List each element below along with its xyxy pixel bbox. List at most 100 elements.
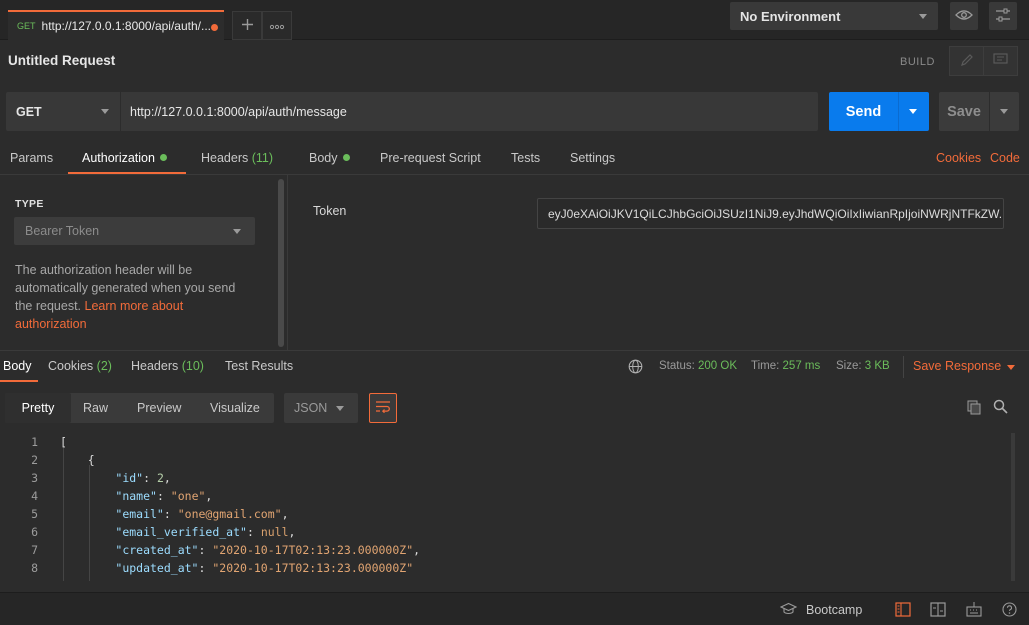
edit-button[interactable] (949, 46, 984, 76)
line-number: 7 (31, 543, 38, 557)
preview-button[interactable]: Preview (137, 401, 181, 415)
raw-button[interactable]: Raw (83, 401, 108, 415)
send-options-button[interactable] (898, 92, 929, 131)
comment-icon (993, 53, 1008, 69)
code-line: "email": "one@gmail.com", (115, 507, 289, 521)
active-dot-icon (342, 154, 350, 161)
auth-type-label: TYPE (15, 198, 44, 210)
search-icon[interactable] (993, 399, 1008, 417)
json-key: "id" (115, 471, 144, 485)
tab-params[interactable]: Params (10, 151, 53, 165)
tab-authorization[interactable]: Authorization (82, 151, 167, 165)
response-tab-headers-count: (10) (181, 359, 204, 373)
response-tab-cookies-label: Cookies (48, 359, 94, 373)
environment-label: No Environment (740, 8, 841, 24)
copy-icon[interactable] (967, 400, 982, 418)
code-link[interactable]: Code (990, 151, 1020, 165)
time-value: 257 ms (782, 360, 821, 372)
save-options-button[interactable] (990, 92, 1019, 131)
status-label: Status: (659, 360, 695, 372)
environment-select[interactable]: No Environment (730, 2, 938, 30)
code-line: "id": 2, (115, 471, 171, 485)
request-tab[interactable]: GET http://127.0.0.1:8000/api/auth/... (8, 10, 224, 40)
method-select[interactable]: GET (6, 92, 120, 131)
wrap-lines-button[interactable] (369, 393, 397, 423)
response-tab-test-results[interactable]: Test Results (225, 359, 293, 373)
response-time: Time: 257 ms (751, 360, 820, 372)
wrap-icon (375, 400, 391, 416)
tab-prerequest-script[interactable]: Pre-request Script (380, 151, 481, 165)
chevron-down-icon (1000, 109, 1008, 114)
status-value: 200 OK (698, 360, 738, 372)
globe-icon[interactable] (628, 359, 643, 377)
tab-body-label: Body (309, 151, 338, 165)
request-title[interactable]: Untitled Request (8, 53, 115, 68)
token-label: Token (313, 204, 347, 218)
auth-type-value: Bearer Token (25, 224, 100, 238)
json-key: "name" (115, 489, 157, 503)
time-label: Time: (751, 360, 780, 372)
chevron-down-icon (233, 229, 241, 234)
json-value: "one" (170, 489, 206, 503)
tab-settings[interactable]: Settings (570, 151, 615, 165)
json-value: 2 (156, 471, 164, 485)
auth-type-select[interactable]: Bearer Token (14, 217, 255, 245)
json-value: "2020-10-17T02:13:23.000000Z" (212, 543, 414, 557)
split-pane-icon[interactable] (930, 602, 946, 620)
scrollbar-thumb[interactable] (1011, 433, 1015, 581)
eye-icon (955, 9, 973, 24)
two-pane-view-icon[interactable] (895, 602, 911, 620)
response-tab-cookies-count: (2) (96, 359, 112, 373)
visualize-button[interactable]: Visualize (210, 401, 260, 415)
tab-headers[interactable]: Headers (11) (201, 151, 273, 165)
chevron-down-icon (919, 14, 927, 19)
format-select[interactable]: JSON (284, 393, 358, 423)
help-icon[interactable] (1002, 602, 1017, 620)
send-button[interactable]: Send (829, 92, 898, 131)
tab-headers-count: (11) (251, 151, 274, 165)
divider (903, 356, 904, 378)
json-value: "one@gmail.com" (177, 507, 282, 521)
chevron-down-icon (336, 406, 344, 411)
chevron-down-icon (101, 109, 109, 114)
tab-body[interactable]: Body (309, 151, 350, 165)
panel-scrollbar[interactable] (278, 179, 284, 347)
response-tab-body[interactable]: Body (3, 359, 32, 373)
tab-options-button[interactable] (262, 11, 292, 40)
response-tab-headers-label: Headers (131, 359, 179, 373)
response-body-viewer[interactable]: 1 [2 {3 "id": 2, 4 "name": "one", 5 "email"… (0, 433, 1010, 581)
line-number: 5 (31, 507, 38, 521)
chevron-down-icon[interactable] (1007, 365, 1015, 370)
save-button[interactable]: Save (939, 92, 989, 131)
bootcamp-link[interactable]: Bootcamp (806, 603, 862, 617)
code-line: "email_verified_at": null, (115, 525, 296, 539)
comments-button[interactable] (983, 46, 1018, 76)
url-input[interactable] (121, 92, 818, 131)
code-scrollbar[interactable] (1009, 433, 1017, 583)
size-label: Size: (836, 360, 862, 372)
build-mode-label: BUILD (900, 56, 935, 68)
tab-authorization-label: Authorization (82, 151, 155, 165)
keyboard-shortcuts-icon[interactable] (966, 601, 982, 620)
save-response-button[interactable]: Save Response (913, 359, 1001, 373)
response-tab-cookies[interactable]: Cookies (2) (48, 359, 112, 373)
new-tab-button[interactable] (232, 11, 262, 40)
line-number: 8 (31, 561, 38, 575)
environment-quick-look-button[interactable] (950, 2, 978, 30)
code-line: "created_at": "2020-10-17T02:13:23.00000… (115, 543, 421, 557)
response-tab-headers[interactable]: Headers (10) (131, 359, 204, 373)
pretty-button[interactable]: Pretty (5, 393, 71, 423)
line-number: 6 (31, 525, 38, 539)
tab-tests[interactable]: Tests (511, 151, 540, 165)
sliders-icon (995, 7, 1011, 26)
manage-environments-button[interactable] (989, 2, 1017, 30)
code-line: { (60, 453, 95, 467)
line-number: 2 (31, 453, 38, 467)
more-icon (269, 19, 285, 33)
token-input[interactable]: eyJ0eXAiOiJKV1QiLCJhbGciOiJSUzI1NiJ9.eyJ… (537, 198, 1004, 229)
graduation-cap-icon[interactable] (779, 602, 798, 619)
pane-divider[interactable] (0, 350, 1029, 351)
code-line: "updated_at": "2020-10-17T02:13:23.00000… (115, 561, 414, 575)
json-key: "updated_at" (115, 561, 199, 575)
cookies-link[interactable]: Cookies (936, 151, 981, 165)
